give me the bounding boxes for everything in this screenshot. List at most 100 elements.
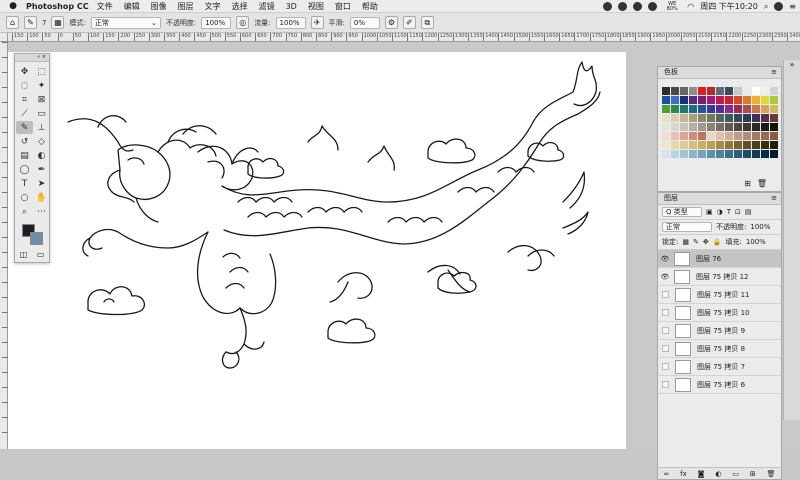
- color-swatch[interactable]: [752, 105, 760, 113]
- layer-row[interactable]: 图层 75 拷贝 11: [658, 286, 781, 304]
- menu-window[interactable]: 窗口: [335, 1, 351, 12]
- color-swatch[interactable]: [743, 141, 751, 149]
- symmetry-icon[interactable]: ⧉: [420, 16, 434, 29]
- filter-smart-icon[interactable]: ▤: [745, 208, 752, 216]
- blur-tool-icon[interactable]: ◐: [33, 149, 50, 162]
- brush-tool-icon[interactable]: ✎: [24, 16, 37, 29]
- menu-edit[interactable]: 编辑: [124, 1, 140, 12]
- color-swatch[interactable]: [725, 114, 733, 122]
- color-swatch[interactable]: [689, 96, 697, 104]
- app-menu[interactable]: Photoshop CC: [26, 2, 89, 11]
- color-swatch[interactable]: [662, 96, 670, 104]
- brush-size[interactable]: 7: [42, 19, 46, 27]
- visibility-toggle[interactable]: [662, 363, 669, 370]
- wifi-icon[interactable]: ◠: [687, 2, 694, 11]
- swatches-panel-tab[interactable]: 色板 ≡: [658, 67, 781, 79]
- color-swatch[interactable]: [707, 96, 715, 104]
- color-swatch[interactable]: [680, 141, 688, 149]
- document-canvas[interactable]: [8, 52, 626, 449]
- move-tool-icon[interactable]: ✥: [16, 65, 33, 78]
- color-swatch[interactable]: [752, 141, 760, 149]
- color-swatch[interactable]: [716, 141, 724, 149]
- panel-menu-icon[interactable]: ≡: [771, 193, 777, 204]
- color-swatch[interactable]: [770, 123, 778, 131]
- lock-transparent-icon[interactable]: ▦: [682, 238, 689, 246]
- color-swatch[interactable]: [761, 105, 769, 113]
- smoothing-input[interactable]: 0%: [349, 16, 380, 29]
- brush-tool-icon[interactable]: ✎: [16, 121, 33, 134]
- color-swatch[interactable]: [707, 141, 715, 149]
- color-swatch[interactable]: [716, 150, 724, 158]
- color-swatch[interactable]: [752, 96, 760, 104]
- background-color-swatch[interactable]: [30, 232, 43, 245]
- battery-indicator[interactable]: WE 80%: [663, 1, 681, 12]
- color-swatch[interactable]: [770, 105, 778, 113]
- color-swatch[interactable]: [698, 132, 706, 140]
- color-swatch[interactable]: [671, 150, 679, 158]
- color-swatch[interactable]: [725, 105, 733, 113]
- marquee-tool-icon[interactable]: ⬚: [33, 65, 50, 78]
- color-swatch[interactable]: [707, 105, 715, 113]
- color-swatch[interactable]: [725, 123, 733, 131]
- tools-panel-header[interactable]: « ×: [15, 54, 49, 62]
- blend-mode-select[interactable]: 正常: [662, 222, 712, 232]
- color-swatch[interactable]: [743, 150, 751, 158]
- eyedropper-tool-icon[interactable]: ⟋: [16, 107, 33, 120]
- menu-list-icon[interactable]: ≡: [789, 2, 796, 11]
- color-swatch[interactable]: [671, 105, 679, 113]
- color-swatch[interactable]: [698, 105, 706, 113]
- color-swatch[interactable]: [698, 141, 706, 149]
- visibility-toggle[interactable]: [662, 309, 669, 316]
- layer-row[interactable]: 图层 75 拷贝 7: [658, 358, 781, 376]
- color-swatch[interactable]: [725, 87, 733, 95]
- color-swatch[interactable]: [734, 141, 742, 149]
- color-swatch[interactable]: [671, 123, 679, 131]
- eraser-tool-icon[interactable]: ◇: [33, 135, 50, 148]
- color-swatch[interactable]: [707, 123, 715, 131]
- filter-pixel-icon[interactable]: ▣: [706, 208, 713, 216]
- color-swatch[interactable]: [734, 96, 742, 104]
- color-swatch[interactable]: [662, 150, 670, 158]
- color-swatch[interactable]: [734, 105, 742, 113]
- apple-icon[interactable]: ●: [6, 1, 20, 11]
- mask-icon[interactable]: ◙: [698, 470, 705, 478]
- layer-row[interactable]: 图层 75 拷贝 10: [658, 304, 781, 322]
- menu-type[interactable]: 文字: [205, 1, 221, 12]
- color-swatch[interactable]: [716, 96, 724, 104]
- menu-layer[interactable]: 图层: [178, 1, 194, 12]
- type-tool-icon[interactable]: T: [16, 177, 33, 190]
- group-icon[interactable]: ▭: [732, 470, 739, 478]
- color-swatch[interactable]: [752, 132, 760, 140]
- dodge-tool-icon[interactable]: ◯: [16, 163, 33, 176]
- color-swatch[interactable]: [761, 123, 769, 131]
- color-swatch[interactable]: [761, 132, 769, 140]
- color-swatch[interactable]: [770, 87, 778, 95]
- color-swatch[interactable]: [689, 141, 697, 149]
- color-swatch[interactable]: [662, 132, 670, 140]
- color-swatch[interactable]: [671, 132, 679, 140]
- color-swatch[interactable]: [689, 87, 697, 95]
- collapse-arrow-icon[interactable]: »: [784, 60, 800, 74]
- color-swatch[interactable]: [698, 123, 706, 131]
- color-swatch[interactable]: [698, 96, 706, 104]
- color-swatch[interactable]: [734, 87, 742, 95]
- menu-view[interactable]: 视图: [308, 1, 324, 12]
- color-swatch[interactable]: [734, 114, 742, 122]
- color-swatch[interactable]: [698, 150, 706, 158]
- eye-icon[interactable]: 👁: [658, 255, 672, 263]
- pressure-size-icon[interactable]: ✐: [402, 16, 416, 29]
- color-swatch[interactable]: [662, 105, 670, 113]
- trash-icon[interactable]: 🗑: [767, 470, 776, 478]
- shape-tool-icon[interactable]: ○: [16, 191, 33, 204]
- layer-row[interactable]: 👁 图层 75 拷贝 12: [658, 268, 781, 286]
- color-swatch[interactable]: [698, 87, 706, 95]
- more-tools-icon[interactable]: ⋯: [33, 205, 50, 218]
- user-avatar-icon[interactable]: [774, 2, 784, 11]
- status-icon-2[interactable]: [618, 2, 628, 11]
- lock-pixels-icon[interactable]: ✎: [693, 238, 699, 246]
- color-swatch[interactable]: [662, 141, 670, 149]
- menu-image[interactable]: 图像: [151, 1, 167, 12]
- color-swatch[interactable]: [734, 132, 742, 140]
- visibility-toggle[interactable]: [662, 345, 669, 352]
- adjustment-icon[interactable]: ◐: [715, 470, 721, 478]
